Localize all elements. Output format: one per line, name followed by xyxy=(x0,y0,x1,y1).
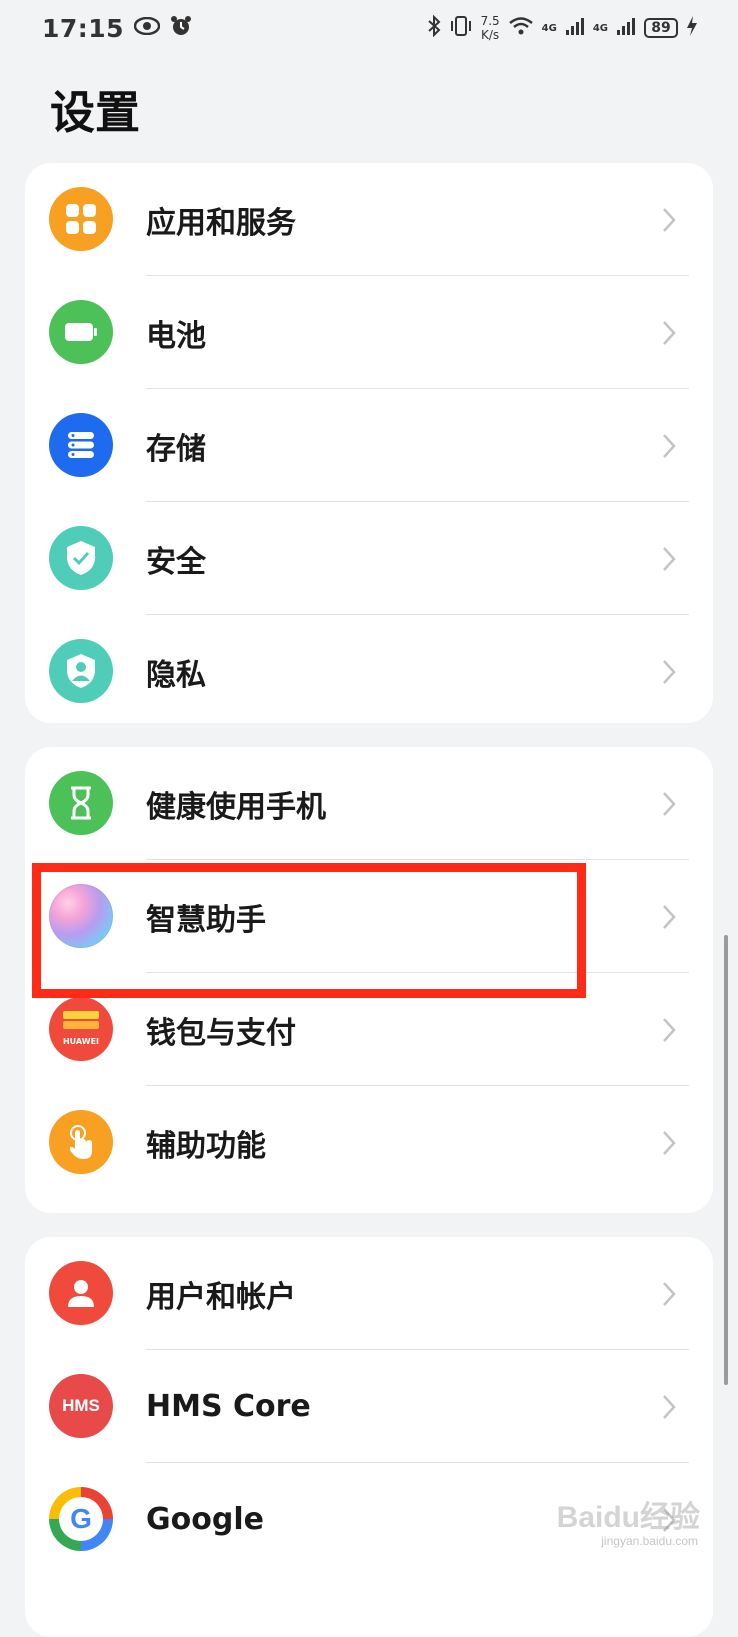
bluetooth-icon xyxy=(427,14,441,41)
settings-item-label: 健康使用手机 xyxy=(146,789,326,825)
baidu-watermark-domain: jingyan.baidu.com xyxy=(601,1534,698,1548)
chevron-right-icon xyxy=(663,1018,676,1042)
chevron-right-icon xyxy=(663,905,676,929)
signal2-label: 4G xyxy=(592,22,608,34)
settings-item-label: 应用和服务 xyxy=(146,205,296,241)
status-bar: 17:15 7.5 K/s 4G 4G 89 xyxy=(0,0,738,56)
chevron-right-icon xyxy=(663,1395,676,1419)
network-speed: 7.5 K/s xyxy=(481,14,500,42)
scrollbar[interactable] xyxy=(724,935,728,1385)
settings-item-label: 钱包与支付 xyxy=(146,1015,296,1051)
net-speed-unit: K/s xyxy=(481,28,500,42)
highlight-box xyxy=(32,863,586,998)
signal1-label: 4G xyxy=(541,22,557,34)
chevron-right-icon xyxy=(663,660,676,684)
eye-icon xyxy=(133,16,161,39)
settings-item-digital-balance[interactable]: 健康使用手机 xyxy=(25,747,713,860)
battery-icon xyxy=(49,300,113,364)
wallet-card-stripe xyxy=(63,1021,99,1029)
chevron-right-icon xyxy=(663,321,676,345)
settings-item-label: Google xyxy=(146,1502,264,1537)
huawei-wallet-icon: HUAWEI xyxy=(49,997,113,1061)
settings-item-users-accounts[interactable]: 用户和帐户 xyxy=(25,1237,713,1350)
google-icon-letter: G xyxy=(70,1503,92,1534)
settings-item-label: 用户和帐户 xyxy=(146,1279,296,1315)
huawei-wallet-text: HUAWEI xyxy=(62,1037,100,1046)
status-time: 17:15 xyxy=(42,13,125,43)
chevron-right-icon xyxy=(663,1282,676,1306)
settings-card-1: 应用和服务 电池 存储 安全 隐私 xyxy=(25,163,713,723)
apps-icon xyxy=(49,187,113,251)
user-icon xyxy=(49,1261,113,1325)
chevron-right-icon xyxy=(663,792,676,816)
chevron-right-icon xyxy=(663,208,676,232)
chevron-right-icon xyxy=(663,1131,676,1155)
wifi-icon xyxy=(508,16,534,40)
settings-item-apps-services[interactable]: 应用和服务 xyxy=(25,163,713,276)
hourglass-icon xyxy=(49,771,113,835)
settings-item-accessibility[interactable]: 辅助功能 xyxy=(25,1086,713,1199)
net-speed-value: 7.5 xyxy=(480,14,500,28)
wallet-card-stripe xyxy=(63,1011,99,1019)
alarm-icon xyxy=(170,15,192,41)
google-icon: G xyxy=(49,1487,113,1551)
signal-bars-2-icon xyxy=(616,16,636,40)
settings-item-security[interactable]: 安全 xyxy=(25,502,713,615)
shield-check-icon xyxy=(49,526,113,590)
settings-item-label: 电池 xyxy=(146,318,206,354)
chevron-right-icon xyxy=(663,547,676,571)
vibrate-icon xyxy=(449,15,473,41)
hms-icon-text: HMS xyxy=(62,1396,100,1415)
settings-item-label: 隐私 xyxy=(146,657,206,693)
settings-item-label: 安全 xyxy=(146,544,206,580)
settings-item-privacy[interactable]: 隐私 xyxy=(25,615,713,728)
hms-icon: HMS xyxy=(49,1374,113,1438)
settings-card-3: 用户和帐户 HMS HMS Core G Google xyxy=(25,1237,713,1637)
settings-item-label: 存储 xyxy=(146,431,206,467)
storage-icon xyxy=(49,413,113,477)
baidu-watermark: Baidu经验 xyxy=(556,1501,700,1534)
settings-item-storage[interactable]: 存储 xyxy=(25,389,713,502)
settings-item-battery[interactable]: 电池 xyxy=(25,276,713,389)
settings-item-label: HMS Core xyxy=(146,1389,311,1424)
charging-icon xyxy=(686,15,698,41)
battery-level: 89 xyxy=(644,18,678,38)
chevron-right-icon xyxy=(663,434,676,458)
accessibility-hand-icon xyxy=(49,1110,113,1174)
settings-item-label: 辅助功能 xyxy=(146,1128,266,1164)
google-icon-inner: G xyxy=(59,1497,103,1541)
page-title: 设置 xyxy=(50,86,141,139)
privacy-shield-icon xyxy=(49,639,113,703)
settings-item-hms-core[interactable]: HMS HMS Core xyxy=(25,1350,713,1463)
signal-bars-1-icon xyxy=(565,16,585,40)
